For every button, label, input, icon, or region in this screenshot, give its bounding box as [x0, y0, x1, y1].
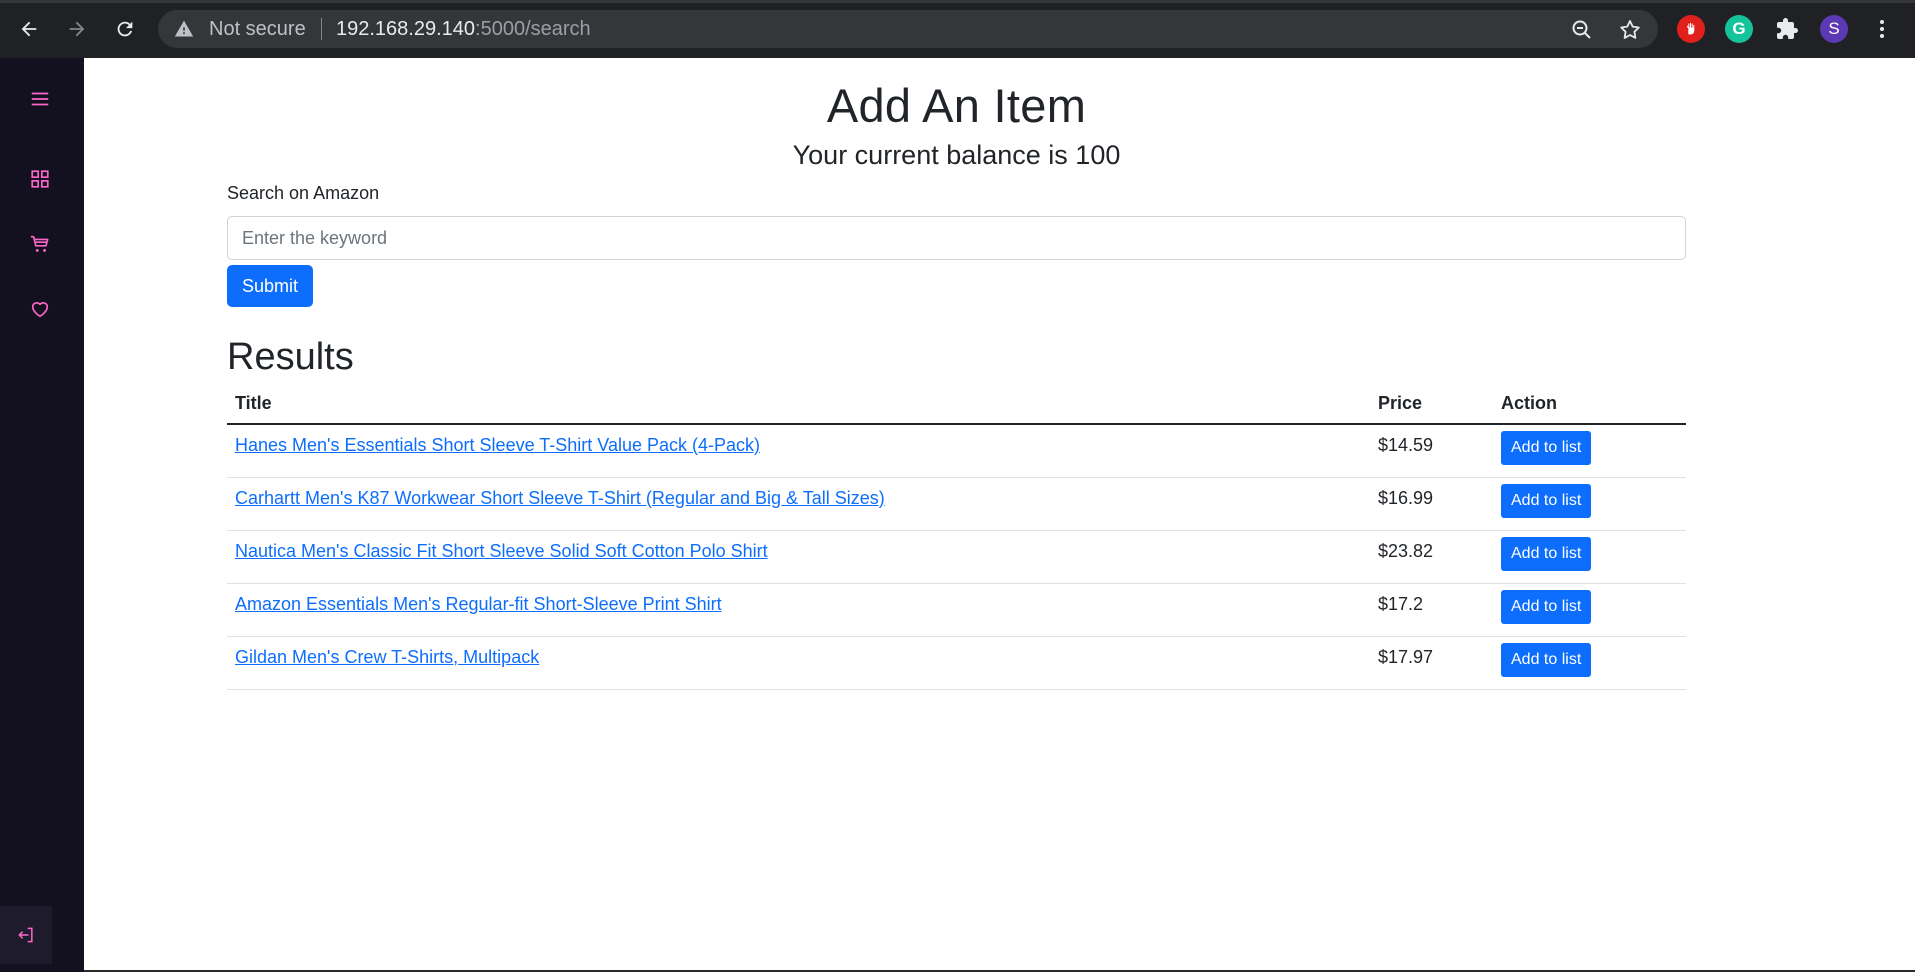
cell-title: Carhartt Men's K87 Workwear Short Sleeve…: [227, 477, 1370, 531]
main-content: Add An Item Your current balance is 100 …: [84, 58, 1915, 970]
url-path: :5000/search: [475, 18, 591, 40]
grammarly-extension-icon[interactable]: G: [1725, 15, 1753, 43]
cell-price: $23.82: [1370, 530, 1493, 584]
header-action: Action: [1493, 384, 1686, 425]
zoom-out-icon[interactable]: [1570, 18, 1594, 42]
results-table: Title Price Action Hanes Men's Essential…: [227, 384, 1686, 690]
header-title: Title: [227, 384, 1370, 425]
sidebar: [0, 58, 84, 972]
url-host: 192.168.29.140: [336, 18, 476, 40]
browser-menu-button[interactable]: [1868, 15, 1896, 43]
table-row: Hanes Men's Essentials Short Sleeve T-Sh…: [227, 424, 1686, 478]
address-divider: [321, 18, 322, 40]
reload-button[interactable]: [110, 14, 140, 44]
add-to-list-button[interactable]: Add to list: [1501, 589, 1592, 624]
header-price: Price: [1370, 384, 1493, 425]
table-header-row: Title Price Action: [227, 384, 1686, 425]
table-row: Nautica Men's Classic Fit Short Sleeve S…: [227, 530, 1686, 584]
cell-price: $14.59: [1370, 424, 1493, 478]
cell-action: Add to list: [1493, 424, 1686, 478]
cell-action: Add to list: [1493, 583, 1686, 637]
add-to-list-button[interactable]: Add to list: [1501, 642, 1592, 677]
profile-avatar[interactable]: S: [1820, 15, 1848, 43]
hamburger-menu-icon: [31, 92, 49, 106]
balance-value: 100: [1075, 140, 1121, 170]
cell-title: Amazon Essentials Men's Regular-fit Shor…: [227, 583, 1370, 637]
reload-icon: [117, 21, 133, 37]
sidebar-item-wishlist[interactable]: [26, 295, 54, 323]
table-row: Carhartt Men's K87 Workwear Short Sleeve…: [227, 477, 1686, 531]
adblock-extension-icon[interactable]: [1677, 15, 1705, 43]
security-status[interactable]: Not secure: [209, 19, 306, 39]
logout-button[interactable]: [0, 906, 52, 964]
cell-price: $17.2: [1370, 583, 1493, 637]
warning-icon: [174, 20, 194, 37]
browser-toolbar: Not secure 192.168.29.140:5000/search G …: [0, 0, 1915, 58]
tab-strip-edge: [0, 0, 1915, 3]
results-heading: Results: [227, 336, 354, 378]
extensions-button[interactable]: [1773, 15, 1801, 43]
cell-price: $17.97: [1370, 636, 1493, 690]
more-vertical-icon: [1880, 20, 1884, 38]
product-link[interactable]: Nautica Men's Classic Fit Short Sleeve S…: [235, 541, 768, 561]
product-link[interactable]: Carhartt Men's K87 Workwear Short Sleeve…: [235, 488, 885, 508]
table-row: Gildan Men's Crew T-Shirts, Multipack $1…: [227, 636, 1686, 690]
heart-icon: [31, 302, 49, 318]
forward-arrow-icon: [69, 21, 85, 37]
sidebar-item-menu[interactable]: [26, 85, 54, 113]
search-input[interactable]: [227, 216, 1686, 260]
search-label: Search on Amazon: [227, 183, 380, 203]
cell-action: Add to list: [1493, 530, 1686, 584]
grid-icon: [31, 170, 49, 188]
back-button[interactable]: [14, 14, 44, 44]
page-title: Add An Item: [826, 79, 1087, 132]
bookmark-star-icon[interactable]: [1618, 18, 1642, 42]
sidebar-item-dashboard[interactable]: [26, 165, 54, 193]
product-link[interactable]: Amazon Essentials Men's Regular-fit Shor…: [235, 594, 722, 614]
cell-title: Gildan Men's Crew T-Shirts, Multipack: [227, 636, 1370, 690]
cell-title: Hanes Men's Essentials Short Sleeve T-Sh…: [227, 424, 1370, 478]
cell-price: $16.99: [1370, 477, 1493, 531]
logout-icon: [18, 927, 33, 943]
add-to-list-button[interactable]: Add to list: [1501, 483, 1592, 518]
puzzle-icon: [1777, 18, 1798, 39]
table-row: Amazon Essentials Men's Regular-fit Shor…: [227, 583, 1686, 637]
cell-title: Nautica Men's Classic Fit Short Sleeve S…: [227, 530, 1370, 584]
balance-prefix: Your current balance is: [792, 140, 1076, 170]
add-to-list-button[interactable]: Add to list: [1501, 536, 1592, 571]
cart-icon: [30, 235, 49, 252]
balance-text: Your current balance is 100: [84, 140, 1829, 171]
back-arrow-icon: [21, 21, 37, 37]
product-link[interactable]: Gildan Men's Crew T-Shirts, Multipack: [235, 647, 539, 667]
product-link[interactable]: Hanes Men's Essentials Short Sleeve T-Sh…: [235, 435, 760, 455]
sidebar-item-cart[interactable]: [26, 230, 54, 258]
forward-button[interactable]: [62, 14, 92, 44]
cell-action: Add to list: [1493, 477, 1686, 531]
cell-action: Add to list: [1493, 636, 1686, 690]
submit-button[interactable]: Submit: [227, 265, 313, 307]
url-text[interactable]: 192.168.29.140:5000/search: [336, 19, 591, 39]
address-bar[interactable]: Not secure 192.168.29.140:5000/search: [158, 10, 1658, 48]
add-to-list-button[interactable]: Add to list: [1501, 431, 1592, 465]
hand-icon: [1687, 23, 1695, 35]
